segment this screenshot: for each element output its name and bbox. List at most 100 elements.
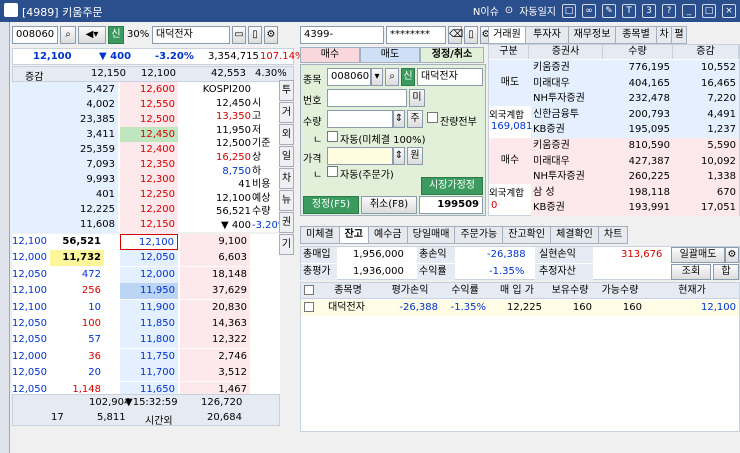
ask-price[interactable]: 12,250 xyxy=(120,187,178,203)
broker-tab[interactable]: 종목별 xyxy=(615,26,657,44)
ask-price[interactable]: 12,500 xyxy=(120,112,178,128)
bid-prev: 12,050 xyxy=(12,268,47,280)
bid-qty: 2,746 xyxy=(180,348,250,365)
bid-price[interactable]: 12,050 xyxy=(120,250,178,267)
side-tab[interactable]: 일 xyxy=(279,146,294,167)
tab-buy[interactable]: 매수 xyxy=(300,47,360,63)
minimize-icon[interactable]: _ xyxy=(682,3,696,18)
balance-col-header: 매 입 가 xyxy=(500,285,534,296)
side-tab[interactable]: 뉴 xyxy=(279,190,294,211)
password-field[interactable]: ******** xyxy=(386,26,446,44)
edit-icon[interactable]: ✎ xyxy=(602,3,616,18)
price-input[interactable] xyxy=(327,147,393,165)
select-all-checkbox[interactable] xyxy=(304,285,314,295)
ask-price[interactable]: 12,400 xyxy=(120,142,178,158)
won-button[interactable]: 원 xyxy=(407,147,423,165)
page-icon-2[interactable]: ▯ xyxy=(464,26,478,44)
stock-code-input[interactable]: 008060 xyxy=(12,26,58,44)
side-tab[interactable]: 투 xyxy=(279,80,294,101)
balance-row[interactable]: 대덕전자 -26,388 -1.35% 12,225 160 160 12,100 xyxy=(301,300,739,316)
query-button[interactable]: 조회 xyxy=(671,264,711,280)
side-tabs: 투거외일차뉴권기 xyxy=(279,80,294,256)
notice-link[interactable]: N이슈 xyxy=(473,3,499,18)
tab-sell[interactable]: 매도 xyxy=(360,47,420,63)
unfilled-button[interactable]: 미 xyxy=(409,89,425,107)
broker-tab[interactable]: 펼 xyxy=(671,26,687,44)
link-icon[interactable]: ∞ xyxy=(582,3,596,18)
shares-button[interactable]: 주 xyxy=(407,110,423,128)
bid-price[interactable]: 12,100 xyxy=(120,234,178,250)
balance-tab[interactable]: 미체결 xyxy=(300,226,340,244)
change-label: 증감 xyxy=(25,72,44,83)
window-icon[interactable]: □ xyxy=(562,3,576,18)
sum-button[interactable]: 합 xyxy=(713,264,739,280)
stock-name-field[interactable]: 대덕전자 xyxy=(152,26,230,44)
order-number-input[interactable] xyxy=(327,89,407,107)
ask-price[interactable]: 12,150 xyxy=(120,217,178,233)
chevron-down-icon[interactable]: ▾ xyxy=(371,68,383,86)
page-icon[interactable]: ▯ xyxy=(248,26,262,44)
bid-price[interactable]: 11,750 xyxy=(120,348,178,365)
qty-input[interactable] xyxy=(327,110,393,128)
market-modify-button[interactable]: 시장가정정 xyxy=(421,177,483,195)
speaker-icon[interactable]: ◀▾ xyxy=(78,26,106,44)
ask-price[interactable]: 12,450 xyxy=(120,127,178,143)
search-icon[interactable]: ⌕ xyxy=(60,26,76,44)
balance-tab[interactable]: 잔고확인 xyxy=(502,226,552,244)
broker-tab[interactable]: 재무정보 xyxy=(568,26,616,44)
close-icon[interactable]: × xyxy=(722,3,736,18)
ask-price[interactable]: 12,300 xyxy=(120,172,178,188)
font-icon[interactable]: T xyxy=(622,3,636,18)
credit-badge-2[interactable]: 신 xyxy=(401,68,415,86)
credit-badge[interactable]: 신 xyxy=(108,26,124,44)
balance-tab[interactable]: 체결확인 xyxy=(550,226,599,244)
account-select[interactable]: 4399- xyxy=(300,26,384,44)
bid-price[interactable]: 11,900 xyxy=(120,299,178,316)
clock-icon[interactable]: ⊙ xyxy=(505,5,513,16)
side-tab[interactable]: 차 xyxy=(279,168,294,189)
order-code-input[interactable]: 008060 xyxy=(327,68,371,86)
side-tab[interactable]: 권 xyxy=(279,212,294,233)
balance-tab[interactable]: 당일매매 xyxy=(406,226,456,244)
ask-price[interactable]: 12,600 xyxy=(120,82,178,98)
side-tab[interactable]: 거 xyxy=(279,102,294,123)
row-checkbox[interactable] xyxy=(304,302,314,312)
digit-icon[interactable]: 3 xyxy=(642,3,656,18)
broker-tab[interactable]: 차 xyxy=(656,26,672,44)
ask-price[interactable]: 12,200 xyxy=(120,202,178,218)
bid-price[interactable]: 11,950 xyxy=(120,283,178,300)
settings-icon[interactable]: ⚙ xyxy=(264,26,278,44)
balance-tab[interactable]: 주문가능 xyxy=(454,226,504,244)
settings-icon-3[interactable]: ⚙ xyxy=(725,247,739,263)
balance-tab[interactable]: 잔고 xyxy=(338,226,370,244)
price-stepper[interactable]: ⇕ xyxy=(393,147,405,165)
help-icon[interactable]: ? xyxy=(662,3,676,18)
side-tab[interactable]: 기 xyxy=(279,234,294,255)
bid-price[interactable]: 11,700 xyxy=(120,365,178,382)
maximize-icon[interactable]: □ xyxy=(702,3,716,18)
bid-price[interactable]: 11,850 xyxy=(120,316,178,332)
qty-stepper[interactable]: ⇕ xyxy=(393,110,405,128)
broker-tab[interactable]: 거래원 xyxy=(488,26,526,44)
cancel-button[interactable]: 취소(F8) xyxy=(361,196,417,214)
auto-order-checkbox[interactable] xyxy=(327,166,338,177)
layout-icon[interactable]: ▭ xyxy=(232,26,246,44)
eraser-icon[interactable]: ⌫ xyxy=(448,26,463,44)
volume: 3,354,715 xyxy=(208,51,259,62)
remain-all-checkbox[interactable] xyxy=(427,112,438,123)
bid-price[interactable]: 11,800 xyxy=(120,332,178,349)
auto-unfilled-checkbox[interactable] xyxy=(327,131,338,142)
order-stock-name: 대덕전자 xyxy=(417,68,483,86)
broker-tab[interactable]: 투자자 xyxy=(525,26,569,44)
auto-log-link[interactable]: 자동일지 xyxy=(519,3,556,18)
ask-price[interactable]: 12,550 xyxy=(120,97,178,113)
modify-button[interactable]: 정정(F5) xyxy=(303,196,359,214)
balance-tab[interactable]: 예수금 xyxy=(368,226,408,244)
side-tab[interactable]: 외 xyxy=(279,124,294,145)
daily-sell-button[interactable]: 일괄매도 xyxy=(671,247,725,263)
ask-price[interactable]: 12,350 xyxy=(120,157,178,173)
balance-tab[interactable]: 차트 xyxy=(597,226,629,244)
tab-modify-cancel[interactable]: 정정/취소 xyxy=(420,47,484,63)
bid-price[interactable]: 12,000 xyxy=(120,266,178,283)
search-icon-2[interactable]: ⌕ xyxy=(385,68,399,86)
